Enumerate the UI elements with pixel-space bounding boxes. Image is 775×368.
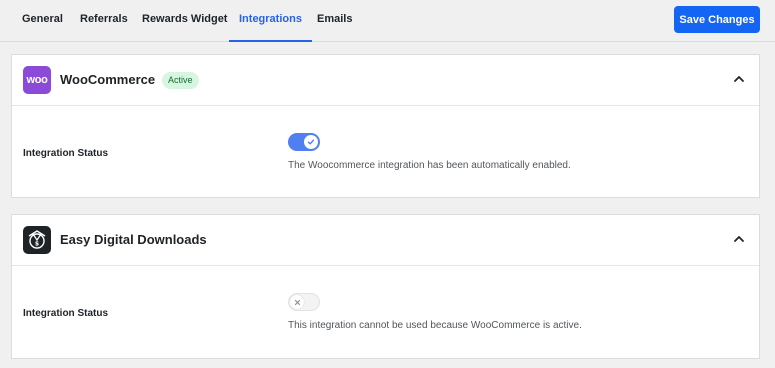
card-header[interactable]: woo WooCommerce Active [12,55,759,106]
card-title: Easy Digital Downloads [60,232,207,247]
edd-integration-card: $ Easy Digital Downloads Integration Sta… [11,214,760,359]
integration-status-label: Integration Status [23,308,109,319]
integration-status-toggle[interactable] [288,133,320,151]
card-header[interactable]: $ Easy Digital Downloads [12,215,759,266]
tab-integrations[interactable]: Integrations [229,0,312,42]
integration-help-text: The Woocommerce integration has been aut… [288,160,571,171]
settings-tab-bar: General Referrals Rewards Widget Integra… [0,0,775,42]
status-badge: Active [162,72,199,89]
woocommerce-logo: woo [23,66,51,94]
woocommerce-integration-card: woo WooCommerce Active Integration Statu… [11,54,760,198]
check-icon [307,139,315,145]
edd-logo-icon: $ [28,230,46,249]
integration-help-text: This integration cannot be used because … [288,320,582,331]
save-changes-button[interactable]: Save Changes [674,6,760,33]
toggle-knob [290,295,304,309]
woocommerce-logo-text: woo [26,74,48,86]
toggle-knob [304,135,318,149]
card-title: WooCommerce [60,72,156,87]
tab-general[interactable]: General [22,0,63,41]
tab-rewards-widget[interactable]: Rewards Widget [142,0,227,41]
tab-referrals[interactable]: Referrals [80,0,128,41]
integration-status-toggle[interactable] [288,293,320,311]
svg-text:$: $ [35,241,39,248]
easy-digital-downloads-logo: $ [23,226,51,254]
close-icon [294,299,300,305]
tab-emails[interactable]: Emails [317,0,352,41]
integration-status-label: Integration Status [23,148,109,159]
chevron-up-icon[interactable] [733,233,745,245]
chevron-up-icon[interactable] [733,73,745,85]
